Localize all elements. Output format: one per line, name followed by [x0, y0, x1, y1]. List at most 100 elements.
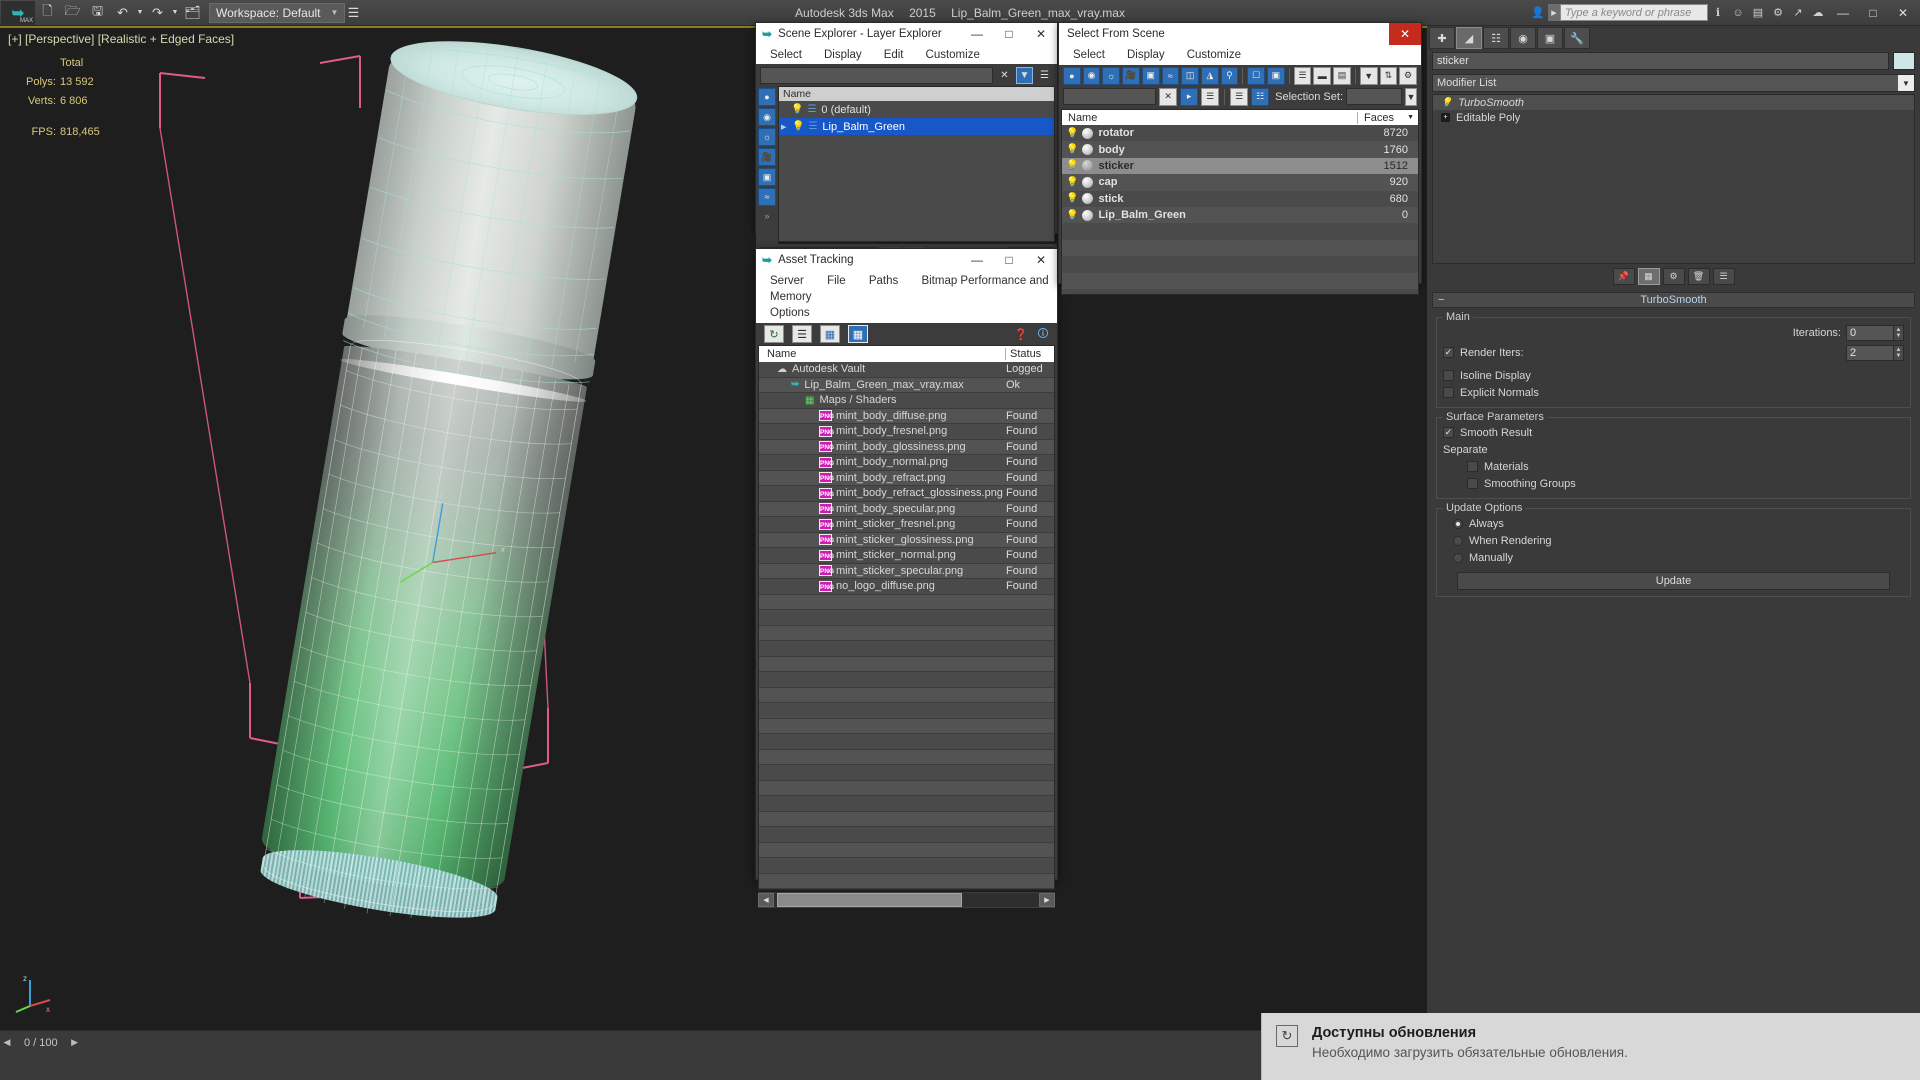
- select-from-scene-table[interactable]: Name Faces ▼ 💡 rotator 8720 💡 body 1760 💡 stick…: [1061, 109, 1419, 295]
- grid-view-icon[interactable]: ▦: [848, 325, 868, 343]
- filter-xrefs-icon[interactable]: ◮: [1200, 66, 1219, 85]
- modifier-stack-item-editable-poly[interactable]: + Editable Poly: [1433, 110, 1914, 125]
- modifier-list-dropdown[interactable]: Modifier List ▼: [1432, 74, 1915, 92]
- scroll-track[interactable]: [774, 893, 1039, 907]
- asset-row[interactable]: PNG mint_body_refract.png Found: [759, 470, 1054, 486]
- 3dsmax-logo-icon[interactable]: ➥ MAX: [1, 0, 35, 25]
- question-icon[interactable]: ❓: [1013, 326, 1029, 342]
- menu-server[interactable]: Server: [770, 275, 804, 287]
- refresh-icon[interactable]: ↻: [764, 325, 784, 343]
- filter-cameras-icon[interactable]: 🎥: [1122, 66, 1140, 85]
- iterations-stepper[interactable]: 0 ▲ ▼: [1846, 324, 1904, 341]
- asset-tracking-maximize-button[interactable]: □: [993, 249, 1025, 271]
- always-radio[interactable]: [1453, 518, 1463, 529]
- clear-search-icon[interactable]: ✕: [1159, 87, 1178, 106]
- modifier-stack-item-turbosmooth[interactable]: 💡 TurboSmooth: [1433, 95, 1914, 110]
- filter-spacewarps-icon[interactable]: ≈: [1161, 66, 1180, 85]
- object-name-input[interactable]: sticker: [1432, 52, 1889, 70]
- lightbulb-icon[interactable]: 💡: [791, 104, 803, 115]
- scroll-right-icon[interactable]: ▶: [1039, 893, 1055, 907]
- asset-row[interactable]: PNG mint_body_refract_glossiness.png Found: [759, 486, 1054, 502]
- new-file-icon[interactable]: 🗋: [35, 1, 60, 25]
- expand-arrow-icon[interactable]: ▶: [781, 123, 791, 131]
- tab-utilities[interactable]: 🔧: [1564, 27, 1590, 49]
- scene-explorer-close-button[interactable]: ✕: [1025, 23, 1057, 45]
- collapse-minus-icon[interactable]: −: [1438, 294, 1444, 306]
- tab-create[interactable]: ✚: [1429, 27, 1455, 49]
- sfs-object-row[interactable]: 💡 body 1760: [1062, 141, 1418, 158]
- scene-explorer-minimize-button[interactable]: —: [961, 23, 993, 45]
- menu-bitmap-performance[interactable]: Bitmap Performance and Memory: [770, 275, 1049, 303]
- scene-explorer-name-column-header[interactable]: Name: [779, 87, 1054, 101]
- select-none-icon[interactable]: ☐: [1247, 66, 1266, 85]
- lightbulb-icon[interactable]: 💡: [1441, 97, 1452, 108]
- sfs-object-row[interactable]: 💡 sticker 1512: [1062, 157, 1418, 175]
- asset-row[interactable]: PNG mint_sticker_fresnel.png Found: [759, 517, 1054, 533]
- render-iters-stepper[interactable]: 2 ▲ ▼: [1846, 344, 1904, 361]
- menu-edit[interactable]: Edit: [884, 49, 904, 61]
- timeline-prev-icon[interactable]: ◀: [0, 1032, 14, 1054]
- smooth-result-checkbox[interactable]: ✓: [1443, 427, 1454, 438]
- asset-column-name[interactable]: Name: [759, 348, 1006, 360]
- redo-icon[interactable]: ↷: [145, 1, 170, 25]
- expand-all-icon[interactable]: ☰: [1293, 66, 1312, 85]
- asset-row[interactable]: PNG mint_sticker_normal.png Found: [759, 548, 1054, 564]
- project-folder-icon[interactable]: 🗂: [180, 1, 205, 25]
- update-option-manually[interactable]: Manually: [1443, 549, 1904, 566]
- undo-icon[interactable]: ↶: [110, 1, 135, 25]
- update-option-always[interactable]: Always: [1443, 515, 1904, 532]
- filter-geometry-icon[interactable]: ●: [758, 88, 776, 106]
- sort-icon[interactable]: ⇅: [1379, 66, 1398, 85]
- scroll-left-icon[interactable]: ◀: [758, 893, 774, 907]
- filter-shapes-icon[interactable]: ◉: [758, 108, 776, 126]
- pin-stack-icon[interactable]: 📌: [1612, 267, 1635, 285]
- viewport-timebar[interactable]: ◀ 0 / 100 ▶: [0, 1030, 1427, 1054]
- columns-icon[interactable]: ▤: [1333, 66, 1351, 85]
- select-invert-icon[interactable]: ▣: [1267, 66, 1285, 85]
- asset-row[interactable]: PNG mint_body_diffuse.png Found: [759, 408, 1054, 424]
- exchange-icon[interactable]: ⚙: [1768, 2, 1788, 24]
- selection-set-icon[interactable]: ☷: [1251, 87, 1270, 106]
- layer-row-lip-balm-green[interactable]: ▶ 💡 ☰ Lip_Balm_Green: [779, 118, 1054, 135]
- asset-tracking-titlebar[interactable]: ➥ Asset Tracking — □ ✕: [756, 249, 1057, 271]
- scene-explorer-window[interactable]: ➥ Scene Explorer - Layer Explorer — □ ✕ …: [755, 22, 1058, 268]
- scroll-thumb[interactable]: [777, 893, 962, 907]
- menu-display[interactable]: Display: [1127, 49, 1165, 61]
- materials-checkbox[interactable]: [1467, 461, 1478, 472]
- share-icon[interactable]: ↗: [1788, 2, 1808, 24]
- chevron-down-icon[interactable]: ▼: [1898, 75, 1914, 91]
- layer-settings-icon[interactable]: ☰: [1036, 67, 1053, 84]
- smoothing-groups-checkbox[interactable]: [1467, 478, 1478, 489]
- hierarchy-toggle-icon[interactable]: ☰: [1230, 87, 1249, 106]
- asset-row[interactable]: PNG no_logo_diffuse.png Found: [759, 579, 1054, 595]
- select-from-scene-search-input[interactable]: [1063, 88, 1157, 105]
- asset-row[interactable]: ☁ Autodesk Vault Logged: [759, 362, 1054, 378]
- autodesk-account-icon[interactable]: 👤: [1528, 2, 1548, 24]
- isoline-display-row[interactable]: Isoline Display: [1443, 367, 1904, 384]
- filter-geometry-icon[interactable]: ●: [1063, 66, 1081, 85]
- search-dropdown-icon[interactable]: ▶: [1548, 4, 1560, 21]
- asset-row[interactable]: PNG mint_sticker_specular.png Found: [759, 563, 1054, 579]
- lightbulb-icon[interactable]: 💡: [1066, 210, 1078, 221]
- save-file-icon[interactable]: 🖫: [85, 1, 110, 25]
- smoothing-groups-row[interactable]: Smoothing Groups: [1443, 475, 1904, 492]
- tab-modify[interactable]: ◢: [1456, 27, 1482, 49]
- help-info-icon[interactable]: ℹ: [1708, 2, 1728, 24]
- menu-select[interactable]: Select: [1073, 49, 1105, 61]
- restore-window-button[interactable]: □: [1858, 0, 1888, 26]
- when-rendering-radio[interactable]: [1453, 535, 1463, 546]
- layer-row-default[interactable]: 💡 ☰ 0 (default): [779, 101, 1054, 118]
- list-view-icon[interactable]: ☰: [792, 325, 812, 343]
- asset-table-hscrollbar[interactable]: ◀ ▶: [758, 892, 1055, 908]
- sfs-object-row[interactable]: 💡 cap 920: [1062, 174, 1418, 191]
- asset-row[interactable]: ▦ Maps / Shaders: [759, 393, 1054, 409]
- iterations-value[interactable]: 0: [1846, 324, 1894, 341]
- settings-icon[interactable]: ⚙: [1399, 66, 1417, 85]
- asset-row[interactable]: PNG mint_body_normal.png Found: [759, 455, 1054, 471]
- explicit-normals-row[interactable]: Explicit Normals: [1443, 384, 1904, 401]
- update-button[interactable]: Update: [1457, 572, 1890, 590]
- redo-dropdown-icon[interactable]: ▼: [170, 1, 180, 25]
- filter-shapes-icon[interactable]: ◉: [1082, 66, 1101, 85]
- app-store-icon[interactable]: ▤: [1748, 2, 1768, 24]
- undo-dropdown-icon[interactable]: ▼: [135, 1, 145, 25]
